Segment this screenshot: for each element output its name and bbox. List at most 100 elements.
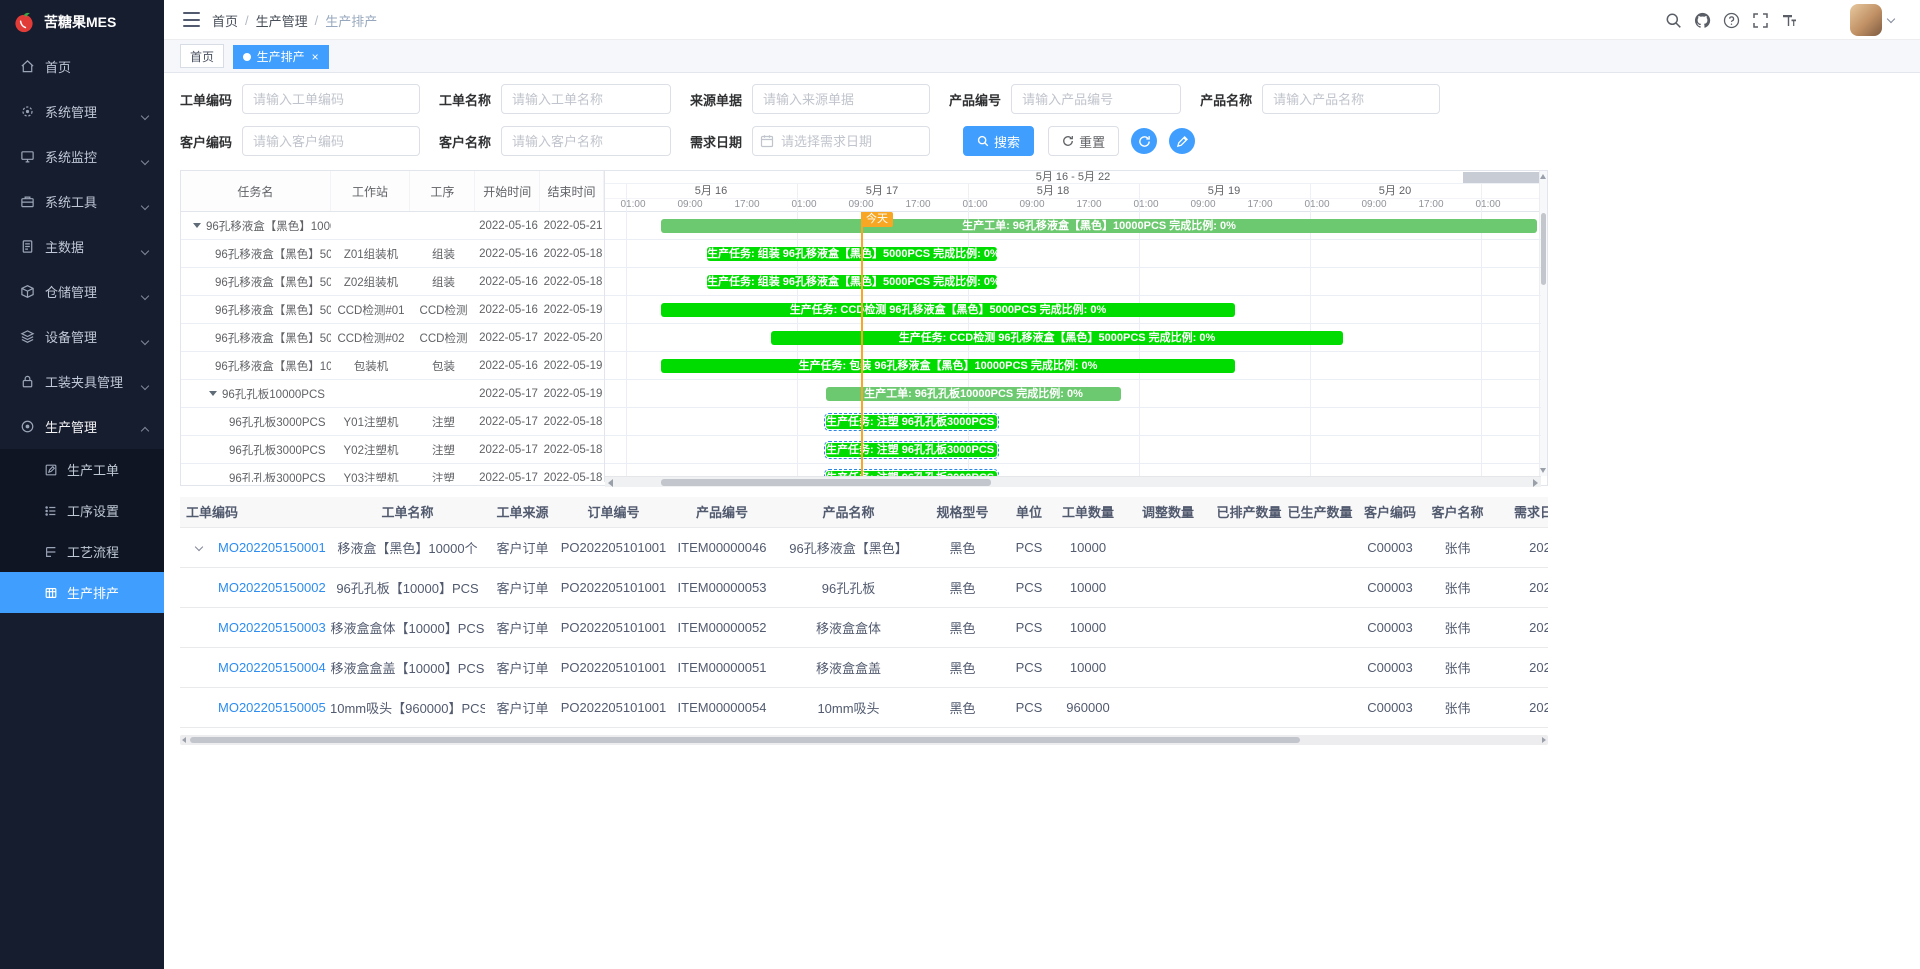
sidebar-item-production-scheduling[interactable]: 生产排产	[0, 572, 164, 613]
workorder-link[interactable]: MO202205150002	[218, 580, 326, 595]
gantt-task-row[interactable]: 96孔移液盒【黑色】10000PCS 包装机 包装 2022-05-16 202…	[181, 352, 604, 380]
customer-name-input[interactable]	[501, 126, 671, 156]
collapse-caret-icon[interactable]	[209, 391, 217, 396]
user-menu[interactable]	[1850, 4, 1894, 36]
expand-caret-icon[interactable]	[196, 540, 218, 555]
github-icon[interactable]	[1694, 12, 1711, 29]
scroll-right-icon[interactable]	[1533, 479, 1538, 487]
breadcrumb-production[interactable]: 生产管理	[256, 11, 308, 30]
sidebar-item-production[interactable]: 生产管理	[0, 404, 164, 449]
collapse-caret-icon[interactable]	[193, 223, 201, 228]
search-icon[interactable]	[1665, 12, 1682, 29]
workorder-name-input[interactable]	[501, 84, 671, 114]
gantt-bar-task[interactable]: 生产任务: 包装 96孔移液盒【黑色】10000PCS 完成比例: 0%	[661, 359, 1235, 373]
field-label: 需求日期	[690, 132, 742, 151]
help-icon[interactable]	[1723, 12, 1740, 29]
table-row[interactable]: MO202205150001 移液盒【黑色】10000个 客户订单 PO2022…	[180, 527, 1548, 567]
topbar: 首页 / 生产管理 / 生产排产	[164, 0, 1920, 40]
table-row[interactable]: MO202205150002 96孔孔板【10000】PCS 客户订单 PO20…	[180, 567, 1548, 607]
sidebar-item-system-admin[interactable]: 系统管理	[0, 89, 164, 134]
gantt-task-row[interactable]: 96孔移液盒【黑色】5000PCS Z01组装机 组装 2022-05-16 2…	[181, 240, 604, 268]
close-icon[interactable]: ×	[312, 51, 319, 63]
cell-qty: 10000	[1053, 607, 1123, 647]
scrollbar-thumb[interactable]	[1541, 213, 1546, 285]
hour-label: 17:00	[734, 199, 759, 211]
gantt-bar-workorder[interactable]: 生产工单: 96孔移液盒【黑色】10000PCS 完成比例: 0%	[661, 219, 1537, 233]
gantt-bar-task[interactable]: 生产任务: CCD检测 96孔移液盒【黑色】5000PCS 完成比例: 0%	[771, 331, 1343, 345]
cell-product: 移液盒盒盖	[777, 647, 920, 687]
hour-label: 17:00	[905, 199, 930, 211]
sidebar-item-equipment[interactable]: 设备管理	[0, 314, 164, 359]
scroll-left-icon[interactable]	[608, 479, 613, 487]
gantt-bar-task-selected[interactable]: 生产任务: 注塑 96孔孔板3000PCS 完成比例: 0%	[826, 415, 997, 429]
gantt-bar-task-selected[interactable]: 生产任务: 注塑 96孔孔板3000PCS 完成比例: 0%	[826, 443, 997, 457]
day-label: 5月 16	[695, 185, 727, 198]
sidebar-item-production-workorder[interactable]: 生产工单	[0, 449, 164, 490]
gantt-bar-task[interactable]: 生产任务: 组装 96孔移液盒【黑色】5000PCS 完成比例: 0%	[707, 247, 997, 261]
search-button[interactable]: 搜索	[963, 126, 1034, 156]
workorder-code-input[interactable]	[242, 84, 420, 114]
gantt-task-row[interactable]: 96孔移液盒【黑色】5000PCS CCD检测#01 CCD检测 2022-05…	[181, 296, 604, 324]
sidebar-item-warehouse[interactable]: 仓储管理	[0, 269, 164, 314]
workorder-link[interactable]: MO202205150003	[218, 620, 326, 635]
gantt-bar-task[interactable]: 生产任务: 组装 96孔移液盒【黑色】5000PCS 完成比例: 0%	[707, 275, 997, 289]
gantt-task-row[interactable]: 96孔移液盒【黑色】10000PCS 2022-05-16 2022-05-21	[181, 212, 604, 240]
gantt-bar-task[interactable]: 生产任务: CCD检测 96孔移液盒【黑色】5000PCS 完成比例: 0%	[661, 303, 1235, 317]
sidebar-item-tooling[interactable]: 工装夹具管理	[0, 359, 164, 404]
scroll-right-icon[interactable]	[1542, 737, 1546, 743]
gantt-task-row[interactable]: 96孔孔板3000PCS Y01注塑机 注塑 2022-05-17 2022-0…	[181, 408, 604, 436]
demand-date-input[interactable]	[752, 126, 930, 156]
gantt-task-row[interactable]: 96孔孔板3000PCS Y02注塑机 注塑 2022-05-17 2022-0…	[181, 436, 604, 464]
table-row[interactable]: MO202205150005 10mm吸头【960000】PCS 客户订单 PO…	[180, 687, 1548, 727]
table-row[interactable]: MO202205150003 移液盒盒体【10000】PCS 客户订单 PO20…	[180, 607, 1548, 647]
hamburger-menu-icon[interactable]	[183, 12, 200, 27]
task-end: 2022-05-18	[541, 276, 604, 288]
font-size-icon[interactable]	[1781, 12, 1798, 29]
col-customer-name: 客户名称	[1425, 497, 1490, 527]
gantt-task-row[interactable]: 96孔移液盒【黑色】5000PCS Z02组装机 组装 2022-05-16 2…	[181, 268, 604, 296]
product-code-input[interactable]	[1011, 84, 1181, 114]
sidebar-item-process-settings[interactable]: 工序设置	[0, 490, 164, 531]
table-row[interactable]: MO202205150004 移液盒盒盖【10000】PCS 客户订单 PO20…	[180, 647, 1548, 687]
gantt-horizontal-scrollbar[interactable]	[605, 476, 1541, 487]
workorder-link[interactable]: MO202205150001	[218, 540, 326, 555]
hour-label: 17:00	[1076, 199, 1101, 211]
cell-spec: 黑色	[920, 687, 1005, 727]
sidebar-item-system-tools[interactable]: 系统工具	[0, 179, 164, 224]
sidebar-item-label: 设备管理	[45, 327, 97, 346]
sidebar-item-system-monitor[interactable]: 系统监控	[0, 134, 164, 179]
reset-button[interactable]: 重置	[1048, 126, 1119, 156]
edit-schedule-button[interactable]	[1169, 128, 1195, 154]
gantt-task-row[interactable]: 96孔孔板3000PCS Y03注塑机 注塑 2022-05-17 2022-0…	[181, 464, 604, 482]
gantt-bar-workorder[interactable]: 生产工单: 96孔孔板10000PCS 完成比例: 0%	[826, 387, 1121, 401]
gantt-timeline-header: 5月 16 - 5月 22 5月 16 5月 17 5月 18 5月 19 5月…	[605, 171, 1541, 212]
scrollbar-thumb[interactable]	[190, 737, 1300, 743]
breadcrumb-home[interactable]: 首页	[212, 11, 238, 30]
tab-production-scheduling[interactable]: 生产排产 ×	[233, 45, 329, 69]
task-end: 2022-05-19	[541, 304, 604, 316]
table-horizontal-scrollbar[interactable]	[180, 735, 1548, 745]
task-start: 2022-05-16	[476, 360, 541, 372]
avatar[interactable]	[1850, 4, 1882, 36]
gantt-bar-task-selected[interactable]: 生产任务: 注塑 96孔孔板3000PCS 完成比例: 0%	[826, 471, 997, 476]
refresh-schedule-button[interactable]	[1131, 128, 1157, 154]
sidebar-item-home[interactable]: 首页	[0, 44, 164, 89]
source-doc-input[interactable]	[752, 84, 930, 114]
cell-demand-date: 202	[1490, 567, 1548, 607]
scroll-up-icon[interactable]	[1540, 174, 1546, 179]
sidebar-item-process-flow[interactable]: 工艺流程	[0, 531, 164, 572]
cell-customer-name: 张伟	[1425, 527, 1490, 567]
customer-code-input[interactable]	[242, 126, 420, 156]
gantt-task-row[interactable]: 96孔孔板10000PCS 2022-05-17 2022-05-19	[181, 380, 604, 408]
sidebar-item-master-data[interactable]: 主数据	[0, 224, 164, 269]
task-start: 2022-05-17	[476, 444, 541, 456]
workorder-link[interactable]: MO202205150004	[218, 660, 326, 675]
scrollbar-thumb[interactable]	[661, 479, 991, 486]
scroll-left-icon[interactable]	[182, 737, 186, 743]
task-name: 96孔孔板3000PCS	[229, 442, 326, 458]
tab-home[interactable]: 首页	[180, 44, 224, 68]
product-name-input[interactable]	[1262, 84, 1440, 114]
fullscreen-icon[interactable]	[1752, 12, 1769, 29]
gantt-task-row[interactable]: 96孔移液盒【黑色】5000PCS CCD检测#02 CCD检测 2022-05…	[181, 324, 604, 352]
workorder-link[interactable]: MO202205150005	[218, 700, 326, 715]
